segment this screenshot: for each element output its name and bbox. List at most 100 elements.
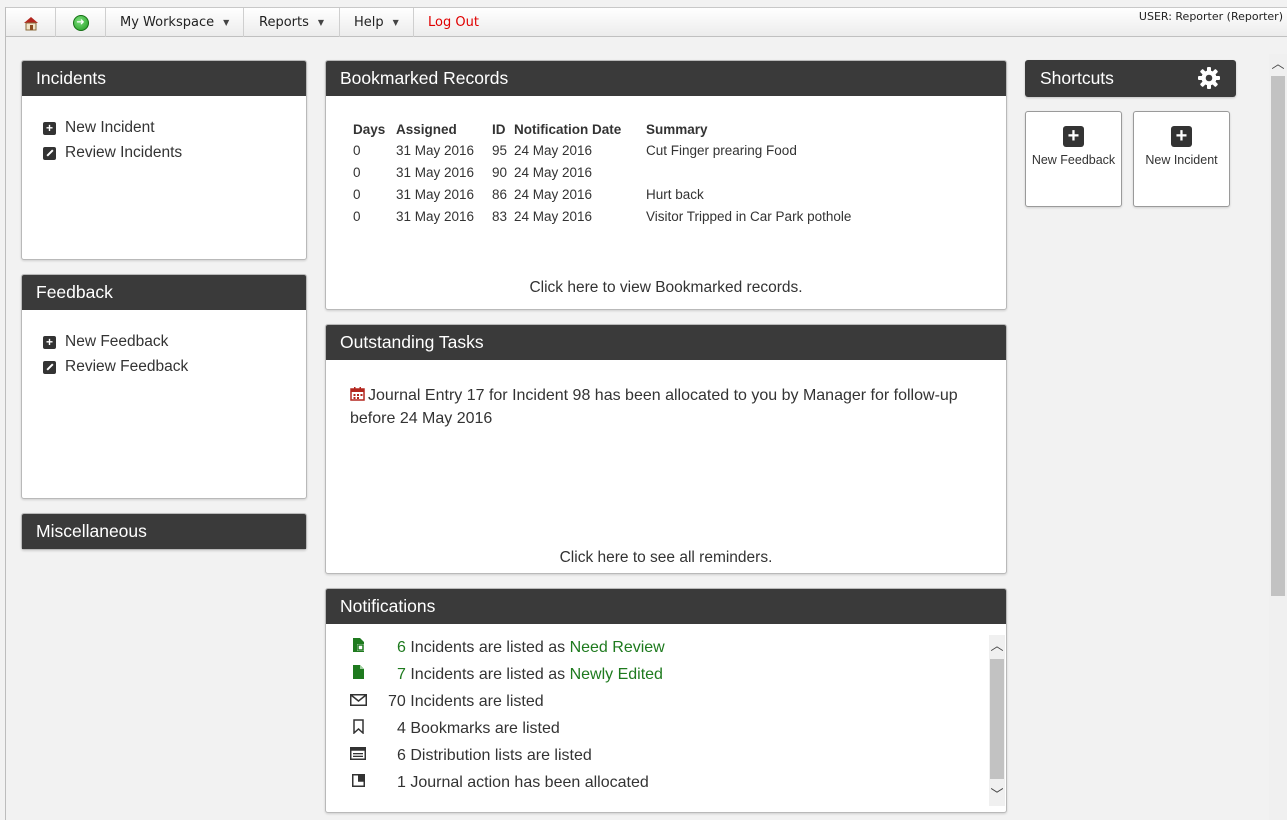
- plus-square-icon: +: [43, 121, 56, 135]
- notification-count: 6: [397, 638, 406, 656]
- page-scrollbar[interactable]: ︿: [1269, 54, 1287, 820]
- cell-assigned: 31 May 2016: [396, 209, 475, 224]
- cell-id: 90: [492, 165, 508, 180]
- table-row[interactable]: 0 31 May 2016 86 24 May 2016 Hurt back: [353, 186, 851, 208]
- table-row[interactable]: 0 31 May 2016 95 24 May 2016 Cut Finger …: [353, 142, 851, 164]
- shortcut-new-feedback[interactable]: + New Feedback: [1025, 111, 1122, 207]
- menu-my-workspace[interactable]: My Workspace ▼: [106, 8, 244, 37]
- scrollbar-thumb[interactable]: [990, 659, 1004, 779]
- menu-reports[interactable]: Reports ▼: [244, 8, 340, 37]
- plus-square-icon: +: [1171, 126, 1192, 147]
- gear-icon[interactable]: [1197, 66, 1221, 90]
- see-all-reminders-link[interactable]: Click here to see all reminders.: [326, 549, 1006, 567]
- new-feedback-link[interactable]: + New Feedback: [43, 333, 306, 351]
- review-feedback-label: Review Feedback: [65, 358, 189, 375]
- shortcuts-header: Shortcuts: [1025, 60, 1236, 97]
- col-id: ID: [492, 122, 506, 137]
- notification-text: Incidents are listed as: [410, 665, 566, 683]
- new-feedback-label: New Feedback: [65, 333, 169, 350]
- caret-down-icon: ▼: [223, 18, 230, 27]
- notification-text: Journal action has been allocated: [410, 773, 649, 791]
- view-bookmarks-link[interactable]: Click here to view Bookmarked records.: [326, 279, 1006, 297]
- shortcut-new-incident-label: New Incident: [1145, 153, 1218, 167]
- bookmarked-records-title: Bookmarked Records: [326, 61, 1006, 96]
- envelope-icon: [350, 693, 367, 711]
- notification-count: 70: [388, 692, 406, 710]
- cell-id: 86: [492, 187, 508, 202]
- bookmarked-records-panel: Bookmarked Records Days Assigned ID Noti…: [325, 60, 1007, 310]
- new-incident-link[interactable]: + New Incident: [43, 119, 306, 137]
- journal-icon: [350, 773, 366, 792]
- cell-notification-date: 24 May 2016: [514, 209, 593, 224]
- table-row[interactable]: 0 31 May 2016 90 24 May 2016: [353, 164, 851, 186]
- page-scrollbar-thumb[interactable]: [1271, 76, 1285, 596]
- review-incidents-label: Review Incidents: [65, 144, 183, 161]
- arrow-right-icon: ➜: [72, 14, 89, 31]
- shortcut-new-incident[interactable]: + New Incident: [1133, 111, 1230, 207]
- notifications-panel: Notifications 6 Incidents are listed as …: [325, 588, 1007, 813]
- table-header-row: Days Assigned ID Notification Date Summa…: [353, 122, 851, 142]
- scroll-down-icon[interactable]: ﹀: [989, 784, 1005, 806]
- cell-notification-date: 24 May 2016: [514, 143, 593, 158]
- notification-count: 4: [397, 719, 406, 737]
- col-summary: Summary: [646, 122, 708, 137]
- notification-highlight[interactable]: Need Review: [570, 639, 665, 656]
- col-notification-date: Notification Date: [514, 122, 622, 137]
- page-scroll-up-icon[interactable]: ︿: [1269, 54, 1287, 74]
- outstanding-tasks-panel: Outstanding Tasks Journal Entry 17 for I…: [325, 324, 1007, 574]
- new-doc-icon: [350, 664, 366, 685]
- col-assigned: Assigned: [396, 122, 457, 137]
- logout-label: Log Out: [428, 15, 479, 30]
- notification-text: Bookmarks are listed: [410, 719, 560, 737]
- notifications-list: 6 Incidents are listed as Need Review 7 …: [326, 634, 986, 809]
- table-row[interactable]: 0 31 May 2016 83 24 May 2016 Visitor Tri…: [353, 208, 851, 230]
- cell-assigned: 31 May 2016: [396, 165, 475, 180]
- app-window: ➜ My Workspace ▼ Reports ▼ Help ▼ Log Ou…: [5, 7, 1287, 820]
- cell-notification-date: 24 May 2016: [514, 187, 593, 202]
- home-button[interactable]: [6, 8, 56, 37]
- task-text-line1: Journal Entry 17 for Incident 98 has bee…: [368, 387, 958, 404]
- notifications-scrollbar[interactable]: ︿ ﹀: [989, 635, 1005, 806]
- col-days: Days: [353, 122, 386, 137]
- cell-notification-date: 24 May 2016: [514, 165, 593, 180]
- cell-days: 0: [353, 187, 361, 202]
- shortcuts-title: Shortcuts: [1040, 68, 1114, 88]
- notification-text: Incidents are listed: [410, 692, 544, 710]
- go-button[interactable]: ➜: [56, 8, 106, 37]
- user-info: USER: Reporter (Reporter): [1138, 10, 1283, 23]
- caret-down-icon: ▼: [317, 18, 325, 27]
- cell-summary: Cut Finger prearing Food: [646, 143, 797, 158]
- menu-help-label: Help: [354, 15, 384, 30]
- home-icon: [23, 16, 38, 30]
- logout-link[interactable]: Log Out: [414, 8, 479, 37]
- task-item[interactable]: Journal Entry 17 for Incident 98 has bee…: [350, 384, 1006, 430]
- cell-days: 0: [353, 143, 361, 158]
- bookmarks-table: Days Assigned ID Notification Date Summa…: [353, 122, 851, 230]
- cell-assigned: 31 May 2016: [396, 143, 475, 158]
- menu-help[interactable]: Help ▼: [340, 8, 414, 37]
- miscellaneous-panel[interactable]: Miscellaneous: [21, 513, 307, 550]
- cell-summary: [646, 164, 851, 186]
- new-incident-label: New Incident: [65, 119, 155, 136]
- incidents-panel: Incidents + New Incident Review Incident…: [21, 60, 307, 260]
- incidents-panel-title: Incidents: [22, 61, 306, 96]
- review-feedback-link[interactable]: Review Feedback: [43, 358, 306, 376]
- cell-id: 95: [492, 143, 508, 158]
- bookmark-icon: [350, 718, 366, 739]
- scroll-up-icon[interactable]: ︿: [989, 635, 1005, 657]
- outstanding-tasks-title: Outstanding Tasks: [326, 325, 1006, 360]
- cell-days: 0: [353, 209, 361, 224]
- cell-days: 0: [353, 165, 361, 180]
- notification-highlight[interactable]: Newly Edited: [570, 666, 663, 683]
- notification-count: 1: [397, 773, 406, 791]
- review-doc-icon: [350, 637, 366, 658]
- notification-text: Incidents are listed as: [410, 638, 566, 656]
- cell-summary: Visitor Tripped in Car Park pothole: [646, 209, 852, 224]
- cell-id: 83: [492, 209, 508, 224]
- shortcut-new-feedback-label: New Feedback: [1031, 153, 1116, 167]
- task-text-line2: before 24 May 2016: [350, 410, 493, 427]
- list-icon: [350, 746, 366, 765]
- calendar-icon: [350, 387, 365, 401]
- edit-icon: [43, 146, 56, 160]
- review-incidents-link[interactable]: Review Incidents: [43, 144, 306, 162]
